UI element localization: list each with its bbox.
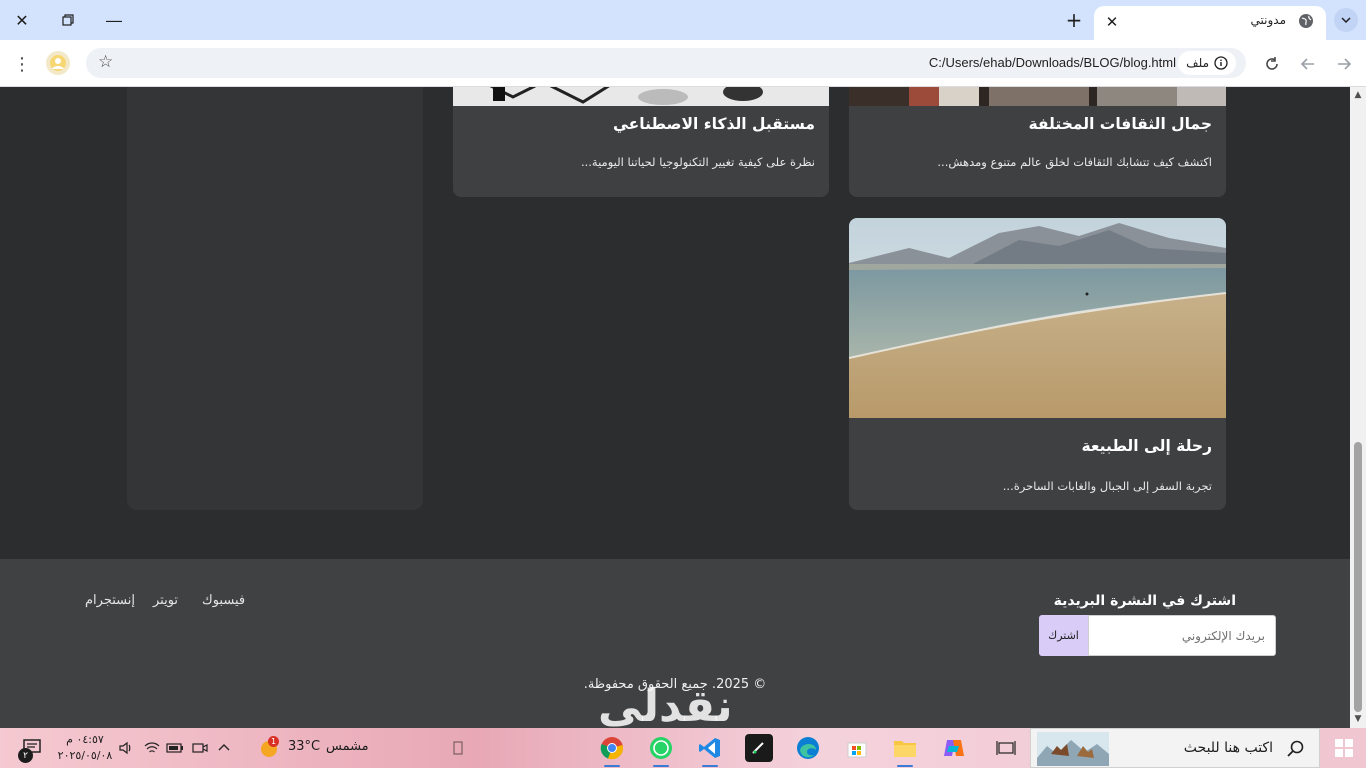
post-title[interactable]: مستقبل الذكاء الاصطناعي	[613, 115, 815, 133]
battery-icon[interactable]	[165, 734, 185, 762]
address-bar[interactable]: ☆ C:/Users/ehab/Downloads/BLOG/blog.html…	[86, 48, 1246, 78]
facebook-link[interactable]: فيسبوك	[202, 593, 245, 608]
reload-icon	[1266, 57, 1278, 70]
copilot-icon[interactable]	[940, 734, 968, 762]
instagram-link[interactable]: إنستجرام	[85, 593, 135, 608]
tab-close-icon[interactable]: ✕	[1102, 12, 1122, 32]
forward-button[interactable]	[1332, 52, 1356, 76]
restore-window-button[interactable]	[54, 8, 82, 32]
weather-alert-badge: 1	[268, 736, 279, 747]
site-footer: فيسبوك تويتر إنستجرام اشترك في النشرة ال…	[0, 559, 1350, 728]
watermark-logo: نقدلي	[598, 681, 735, 728]
arrow-right-icon	[1338, 58, 1352, 70]
clock-time: ٠٤:٥٧ م	[66, 733, 104, 746]
file-explorer-icon[interactable]	[891, 734, 919, 767]
scroll-down-arrow-icon[interactable]: ▼	[1353, 714, 1363, 724]
search-placeholder: اكتب هنا للبحث	[1183, 740, 1273, 756]
clock-date: ٢٠٢٥/٠٥/٠٨	[57, 749, 113, 762]
arrow-left-icon	[1300, 58, 1314, 70]
active-indicator	[702, 765, 718, 767]
tab-title: مدونتي	[1250, 13, 1286, 27]
chrome-icon[interactable]	[598, 734, 626, 767]
email-field[interactable]	[1088, 615, 1276, 656]
profile-avatar[interactable]	[46, 51, 70, 75]
microsoft-store-icon[interactable]	[843, 734, 871, 762]
avatar-icon	[50, 55, 66, 71]
terminal-app-icon[interactable]	[745, 734, 773, 762]
newsletter-title: اشترك في النشرة البريدية	[1053, 593, 1236, 609]
page-viewport: جمال الثقافات المختلفة اكتشف كيف تتشابك …	[0, 87, 1350, 728]
chevron-up-icon[interactable]	[214, 734, 234, 762]
bookmark-star-icon[interactable]: ☆	[98, 52, 113, 72]
minimize-window-button[interactable]: ―	[100, 8, 128, 32]
scrollbar-thumb[interactable]	[1354, 442, 1362, 712]
new-tab-button[interactable]: +	[1062, 8, 1086, 32]
post-card[interactable]: رحلة إلى الطبيعة تجربة السفر إلى الجبال …	[849, 218, 1226, 510]
weather-temp[interactable]: 33°C	[288, 739, 320, 754]
post-image	[849, 87, 1226, 106]
post-title[interactable]: رحلة إلى الطبيعة	[1082, 437, 1212, 455]
vscode-icon[interactable]	[696, 734, 724, 767]
tab-blog[interactable]: ✕ مدونتي	[1094, 6, 1326, 40]
file-chip-label: ملف	[1186, 56, 1209, 70]
page-scrollbar[interactable]: ▲ ▼	[1350, 87, 1366, 728]
post-description: تجربة السفر إلى الجبال والغابات الساحرة.…	[1002, 479, 1212, 493]
post-image	[453, 87, 829, 106]
menu-kebab-icon[interactable]: ⋮	[10, 52, 34, 76]
active-indicator	[604, 765, 620, 767]
scroll-up-arrow-icon[interactable]: ▲	[1353, 90, 1363, 100]
site-info-chip[interactable]: ملف	[1178, 51, 1236, 75]
post-title[interactable]: جمال الثقافات المختلفة	[1028, 115, 1212, 133]
active-indicator	[897, 765, 913, 767]
info-icon	[1214, 56, 1228, 70]
weather-desc[interactable]: مشمس	[326, 739, 369, 754]
search-highlight-image	[1037, 732, 1109, 766]
windows-logo-icon	[1335, 739, 1353, 757]
chevron-down-icon	[1341, 17, 1351, 24]
tab-search-button[interactable]	[1334, 8, 1358, 32]
tab-strip: ✕ ― + ✕ مدونتي	[0, 0, 1366, 40]
widget-icon[interactable]	[446, 734, 470, 762]
globe-icon	[1299, 14, 1313, 28]
task-view-icon[interactable]	[992, 734, 1020, 762]
windows-taskbar: ٢ ٠٤:٥٧ م ٢٠٢٥/٠٥/٠٨ 1 33°C مشمس اكتب هن…	[0, 728, 1366, 768]
active-indicator	[653, 765, 669, 767]
post-description: اكتشف كيف تتشابك الثقافات لخلق عالم متنو…	[937, 155, 1212, 169]
system-clock[interactable]: ٠٤:٥٧ م ٢٠٢٥/٠٥/٠٨	[56, 732, 114, 764]
post-description: نظرة على كيفية تغيير التكنولوجيا لحياتنا…	[580, 155, 815, 169]
taskbar-search-box[interactable]: اكتب هنا للبحث	[1030, 728, 1320, 768]
wifi-icon[interactable]	[142, 734, 162, 762]
close-window-button[interactable]: ✕	[8, 8, 36, 32]
start-button[interactable]	[1328, 734, 1360, 762]
url-text[interactable]: C:/Users/ehab/Downloads/BLOG/blog.html	[929, 55, 1176, 70]
subscribe-button[interactable]: اشترك	[1039, 615, 1088, 656]
browser-toolbar: ⋮ ☆ C:/Users/ehab/Downloads/BLOG/blog.ht…	[0, 40, 1366, 87]
post-image	[849, 218, 1226, 418]
meet-now-icon[interactable]	[190, 734, 210, 762]
search-icon	[1287, 740, 1304, 757]
volume-icon[interactable]	[116, 734, 136, 762]
reload-button[interactable]	[1260, 52, 1284, 76]
twitter-link[interactable]: تويتر	[153, 593, 178, 608]
restore-icon	[62, 14, 74, 26]
post-card[interactable]: مستقبل الذكاء الاصطناعي نظرة على كيفية ت…	[453, 87, 829, 197]
edge-icon[interactable]	[794, 734, 822, 762]
sidebar-panel	[127, 87, 423, 510]
notification-count-badge: ٢	[18, 748, 33, 763]
post-card[interactable]: جمال الثقافات المختلفة اكتشف كيف تتشابك …	[849, 87, 1226, 197]
whatsapp-icon[interactable]	[647, 734, 675, 767]
back-button[interactable]	[1296, 52, 1320, 76]
